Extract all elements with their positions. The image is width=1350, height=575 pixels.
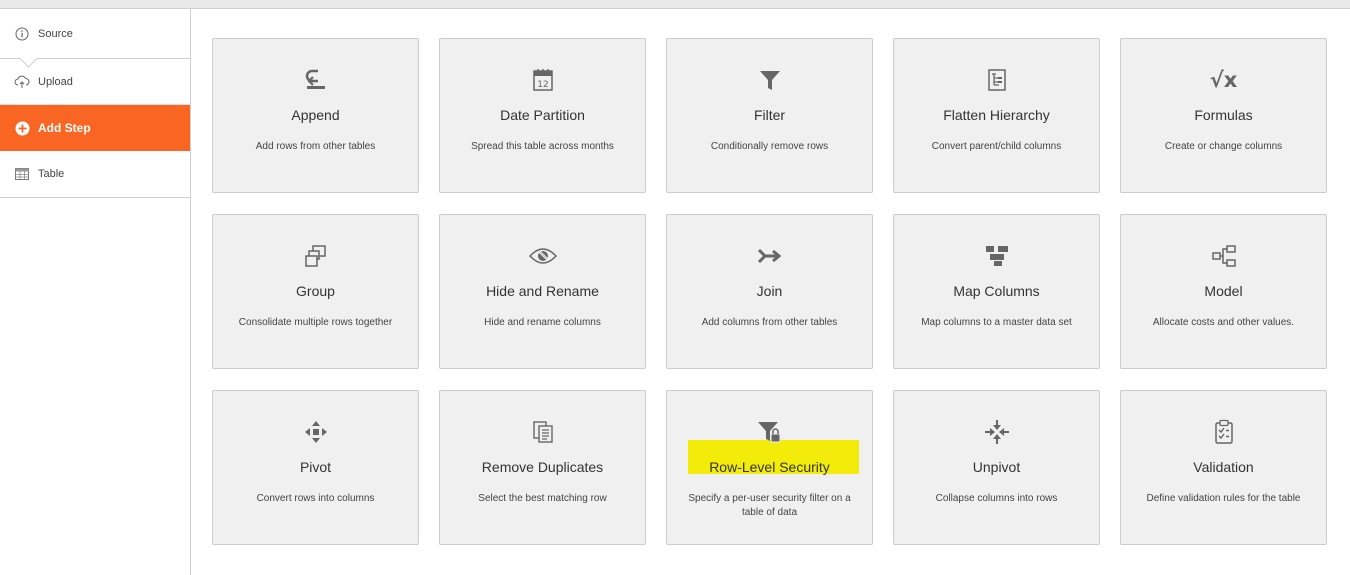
tile-flatten-hierarchy[interactable]: Flatten Hierarchy Convert parent/child c… [893,38,1100,193]
tile-group[interactable]: Group Consolidate multiple rows together [212,214,419,369]
pivot-arrows-icon [304,419,328,445]
duplicate-docs-icon [532,419,554,445]
tile-description: Select the best matching row [478,493,607,504]
append-icon [304,67,328,93]
group-squares-icon [304,243,328,269]
sidebar-item-label: Upload [38,75,73,88]
plus-circle-icon [14,120,30,136]
tile-pivot[interactable]: Pivot Convert rows into columns [212,390,419,545]
tile-title: Map Columns [953,283,1040,299]
sidebar-item-table[interactable]: Table [0,151,190,197]
tile-title: Row-Level Security [709,459,830,475]
tile-validation[interactable]: Validation Define validation rules for t… [1120,390,1327,545]
tile-description: Convert rows into columns [256,493,375,504]
tile-join[interactable]: Join Add columns from other tables [666,214,873,369]
tile-description: Add columns from other tables [701,317,838,328]
sidebar-item-source[interactable]: Source [0,9,190,68]
sidebar-item-label: Table [38,168,65,180]
tile-hide-and-rename[interactable]: Hide and Rename Hide and rename columns [439,214,646,369]
tile-append[interactable]: Append Add rows from other tables [212,38,419,193]
info-icon [14,26,30,42]
step-tiles-grid: Append Add rows from other tables 12 Dat… [212,38,1327,545]
sidebar: Source Upload Add Step Table [0,9,191,575]
square-root-icon: √x [1210,67,1238,93]
tile-title: Formulas [1194,107,1253,123]
tile-title: Append [291,107,340,123]
hierarchy-doc-icon [987,67,1007,93]
tile-formulas[interactable]: √x Formulas Create or change columns [1120,38,1327,193]
sidebar-item-upload[interactable]: Upload [0,59,190,105]
tile-description: Conditionally remove rows [710,141,829,152]
model-tree-icon [1211,243,1237,269]
tile-remove-duplicates[interactable]: Remove Duplicates Select the best matchi… [439,390,646,545]
tile-title: Group [296,283,335,299]
collapse-arrows-icon [984,419,1009,445]
tile-description: Map columns to a master data set [921,317,1072,328]
tile-description: Convert parent/child columns [931,141,1062,152]
tile-map-columns[interactable]: Map Columns Map columns to a master data… [893,214,1100,369]
map-columns-icon [984,243,1010,269]
tile-description: Collapse columns into rows [935,493,1058,504]
tile-title: Filter [753,107,786,123]
tile-unpivot[interactable]: Unpivot Collapse columns into rows [893,390,1100,545]
tile-description: Consolidate multiple rows together [238,317,393,328]
tile-description: Create or change columns [1164,141,1283,152]
clipboard-check-icon [1214,419,1234,445]
sidebar-item-label: Source [38,27,73,40]
tile-description: Specify a per-user security filter on a … [688,493,851,518]
top-bar [0,0,1350,9]
tile-title: Pivot [299,459,332,475]
tile-title: Model [1204,283,1243,299]
tile-row-level-security[interactable]: Row-Level Security Specify a per-user se… [666,390,873,545]
funnel-icon [758,67,782,93]
tile-title: Join [756,283,783,299]
tile-description: Define validation rules for the table [1146,493,1301,504]
tile-description: Spread this table across months [471,141,614,152]
join-arrow-icon [757,243,783,269]
funnel-lock-icon [756,419,784,445]
eye-icon [528,243,558,269]
formula-symbol: √x [1209,68,1238,92]
tile-description: Hide and rename columns [484,317,601,328]
tile-model[interactable]: Model Allocate costs and other values. [1120,214,1327,369]
tile-title: Remove Duplicates [481,459,604,475]
sidebar-item-add-step[interactable]: Add Step [0,105,190,151]
tile-title: Hide and Rename [486,283,599,299]
tile-title: Validation [1193,459,1254,475]
sidebar-item-label: Add Step [38,121,91,135]
tile-title: Flatten Hierarchy [943,107,1050,123]
calendar-icon: 12 [532,67,554,93]
tile-title: Unpivot [972,459,1021,475]
calendar-day-text: 12 [537,80,548,90]
tile-description: Add rows from other tables [255,141,376,152]
table-icon [14,166,30,182]
cloud-upload-icon [14,74,30,90]
tile-date-partition[interactable]: 12 Date Partition Spread this table acro… [439,38,646,193]
tile-description: Allocate costs and other values. [1152,317,1295,328]
tile-title: Date Partition [500,107,585,123]
tile-filter[interactable]: Filter Conditionally remove rows [666,38,873,193]
